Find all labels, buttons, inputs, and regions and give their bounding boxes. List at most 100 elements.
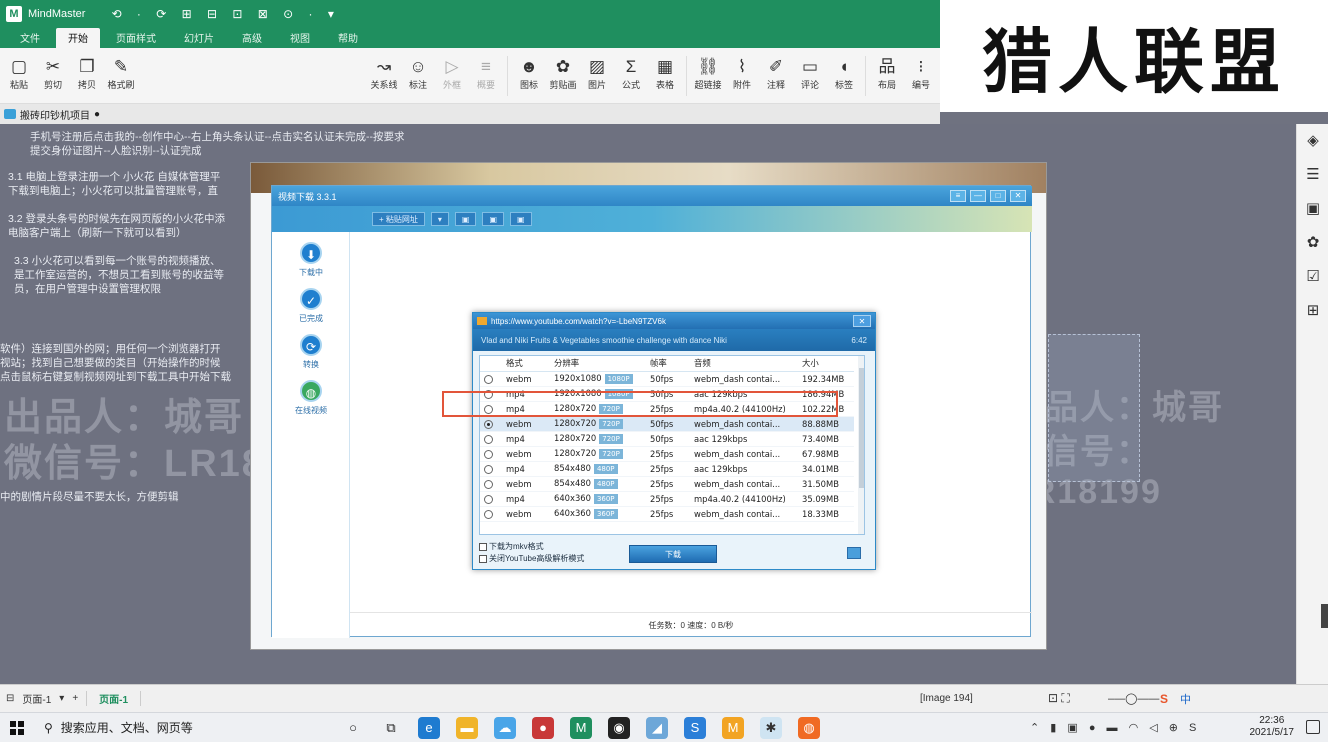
ribbon-button[interactable]: ❐ 拷贝 bbox=[70, 56, 104, 91]
format-row[interactable]: mp4 1280x720 720P 50fps aac 129kbps 73.40MB bbox=[480, 431, 854, 447]
format-row[interactable]: mp4 854x480 480P 25fps aac 129kbps 34.01MB bbox=[480, 461, 854, 477]
mindmaster-taskbar-icon[interactable]: M bbox=[570, 716, 592, 739]
edge-browser-icon[interactable]: e bbox=[418, 716, 440, 739]
baidu-netdisk-icon[interactable]: ☁ bbox=[494, 716, 516, 739]
ribbon-button[interactable]: ▢ 粘贴 bbox=[2, 56, 36, 91]
downloader-taskbar-icon[interactable]: ◢ bbox=[646, 716, 668, 739]
sogou-ime-icon[interactable]: S bbox=[1160, 692, 1168, 706]
zoom-slider[interactable]: –—◯—— bbox=[1108, 692, 1159, 705]
close-icon[interactable]: ✕ bbox=[853, 315, 871, 327]
menu-tab[interactable]: 视图 bbox=[278, 28, 322, 48]
selected-image-node[interactable] bbox=[1048, 334, 1140, 482]
notification-center-icon[interactable] bbox=[1306, 720, 1320, 734]
ribbon-button[interactable]: ◖ 标签 bbox=[827, 56, 861, 96]
qq-icon[interactable]: ● bbox=[532, 716, 554, 739]
system-clock[interactable]: 22:36 2021/5/17 bbox=[1250, 715, 1295, 739]
radio-button[interactable] bbox=[484, 494, 493, 504]
menu-icon[interactable]: ≡ bbox=[950, 190, 966, 202]
page-select[interactable]: 页面-1 bbox=[22, 691, 51, 706]
export-panel-icon[interactable]: ⊞ bbox=[1297, 294, 1328, 328]
ribbon-button[interactable]: ▦ 表格 bbox=[648, 56, 682, 96]
menu-tab[interactable]: 幻灯片 bbox=[172, 28, 226, 48]
add-page-button[interactable]: + bbox=[72, 693, 78, 704]
ribbon-button[interactable]: ⁝ 编号 bbox=[904, 56, 938, 96]
ribbon-button[interactable]: ▭ 评论 bbox=[793, 56, 827, 96]
ime-lang-indicator[interactable]: 中 bbox=[1180, 691, 1191, 707]
panel-scrollbar[interactable] bbox=[1321, 604, 1328, 628]
ribbon-button[interactable]: 品布局 bbox=[870, 56, 904, 96]
maximize-icon[interactable]: □ bbox=[990, 190, 1006, 202]
app-icon[interactable]: ✱ bbox=[760, 716, 782, 739]
downloader-toolbar-button[interactable]: ▣ bbox=[482, 212, 505, 226]
system-tray-icons[interactable]: ⌃ ▮ ▣ ● ▬ ◠ ◁ ⊕ S bbox=[1030, 721, 1200, 734]
ribbon-button[interactable]: ✂ 剪切 bbox=[36, 56, 70, 91]
sidebar-item[interactable]: ⟳ 转换 bbox=[272, 334, 350, 370]
radio-button[interactable] bbox=[484, 419, 493, 429]
ribbon-button[interactable]: ☺ 标注 bbox=[401, 56, 435, 96]
ribbon-button[interactable]: ☻ 图标 bbox=[512, 56, 546, 96]
menu-tab[interactable]: 开始 bbox=[56, 28, 100, 48]
ribbon-button[interactable]: ✎ 格式刷 bbox=[104, 56, 138, 91]
mkv-option[interactable]: 下载为mkv格式 bbox=[479, 541, 584, 553]
ribbon-button[interactable]: ⌇ 附件 bbox=[725, 56, 759, 96]
document-tab-title[interactable]: 搬砖印钞机项目 bbox=[20, 107, 90, 122]
sidebar-item[interactable]: ✓ 已完成 bbox=[272, 288, 350, 324]
office-icon[interactable]: M bbox=[722, 716, 744, 739]
start-windows-icon[interactable] bbox=[10, 720, 24, 735]
chrome-icon[interactable]: ◍ bbox=[798, 716, 820, 739]
ribbon-button[interactable]: ⛓ 超链接 bbox=[691, 56, 725, 96]
multitask-icon[interactable]: ⧉ bbox=[380, 717, 402, 739]
ribbon-button[interactable]: ↝ 关系线 bbox=[367, 56, 401, 96]
fit-page-icon[interactable]: ⊡ ⛶ bbox=[1048, 691, 1070, 706]
download-button[interactable]: 下载 bbox=[629, 545, 717, 563]
downloader-toolbar-button[interactable]: ▣ bbox=[454, 212, 477, 226]
folder-icon[interactable] bbox=[847, 547, 861, 559]
minimize-icon[interactable]: — bbox=[970, 190, 986, 202]
downloader-toolbar-button[interactable]: + 粘贴网址 bbox=[372, 212, 425, 226]
menu-tab[interactable]: 高级 bbox=[230, 28, 274, 48]
ribbon-button[interactable]: ✐ 注释 bbox=[759, 56, 793, 96]
format-row[interactable]: webm 1280x720 720P 50fps webm_dash contai...… bbox=[480, 416, 854, 432]
radio-button[interactable] bbox=[484, 479, 493, 489]
radio-button[interactable] bbox=[484, 449, 493, 459]
ribbon-button[interactable]: ≡ 概要 bbox=[469, 56, 503, 96]
quick-access-toolbar[interactable]: ⟲ · ⟳ ⊞ ⊟ ⊡ ⊠ ⊙ · ▾ bbox=[111, 7, 339, 21]
youtube-parse-option[interactable]: 关闭YouTube高级解析模式 bbox=[479, 553, 584, 565]
radio-button[interactable] bbox=[484, 434, 493, 444]
format-row[interactable]: webm 854x480 480P 25fps webm_dash contai... 3… bbox=[480, 476, 854, 492]
unsaved-dot-icon[interactable]: ● bbox=[94, 109, 100, 120]
menu-tab[interactable]: 文件 bbox=[8, 28, 52, 48]
table-scrollbar[interactable] bbox=[858, 356, 864, 534]
format-row[interactable]: webm 1280x720 720P 25fps webm_dash contai...… bbox=[480, 446, 854, 462]
recorder-icon[interactable]: ◉ bbox=[608, 716, 630, 739]
taskbar-search[interactable]: ⚲ 搜索应用、文档、网页等 bbox=[44, 719, 334, 736]
downloader-toolbar-button[interactable]: ▣ bbox=[510, 212, 532, 226]
format-row[interactable]: mp4 640x360 360P 25fps mp4a.40.2 (44100Hz) 35… bbox=[480, 491, 854, 507]
file-explorer-icon[interactable]: ▬ bbox=[456, 716, 478, 739]
ribbon-button[interactable]: ✿ 剪贴画 bbox=[546, 56, 580, 96]
format-row[interactable]: webm 1920x1080 1080P 50fps webm_dash contai.… bbox=[480, 371, 854, 387]
close-icon[interactable]: ✕ bbox=[1010, 190, 1026, 202]
style-panel-icon[interactable]: ◈ bbox=[1297, 124, 1328, 158]
format-row[interactable]: webm 640x360 360P 25fps webm_dash contai... 1… bbox=[480, 506, 854, 522]
menu-tab[interactable]: 帮助 bbox=[326, 28, 370, 48]
ribbon-button[interactable]: Σ 公式 bbox=[614, 56, 648, 96]
checkbox-icon[interactable] bbox=[479, 542, 487, 551]
chevron-down-icon[interactable]: ▾ bbox=[59, 693, 64, 704]
radio-button[interactable] bbox=[484, 374, 493, 384]
sidebar-item[interactable]: ⬇ 下载中 bbox=[272, 242, 350, 278]
downloader-toolbar-button[interactable]: ▾ bbox=[430, 212, 449, 226]
radio-button[interactable] bbox=[484, 464, 493, 474]
ribbon-button[interactable]: ▷ 外框 bbox=[435, 56, 469, 96]
clipart-panel-icon[interactable]: ✿ bbox=[1297, 226, 1328, 260]
page-list-icon[interactable]: ⊟ bbox=[6, 693, 14, 704]
sidebar-item[interactable]: ◍ 在线视频 bbox=[272, 380, 350, 416]
browser-icon[interactable]: S bbox=[684, 716, 706, 739]
task-panel-icon[interactable]: ☑ bbox=[1297, 260, 1328, 294]
icon-panel-icon[interactable]: ▣ bbox=[1297, 192, 1328, 226]
task-view-icon[interactable]: ○ bbox=[342, 717, 364, 739]
radio-button[interactable] bbox=[484, 509, 493, 519]
ribbon-button[interactable]: ▨ 图片 bbox=[580, 56, 614, 96]
menu-tab[interactable]: 页面样式 bbox=[104, 28, 168, 48]
checkbox-icon[interactable] bbox=[479, 554, 487, 563]
